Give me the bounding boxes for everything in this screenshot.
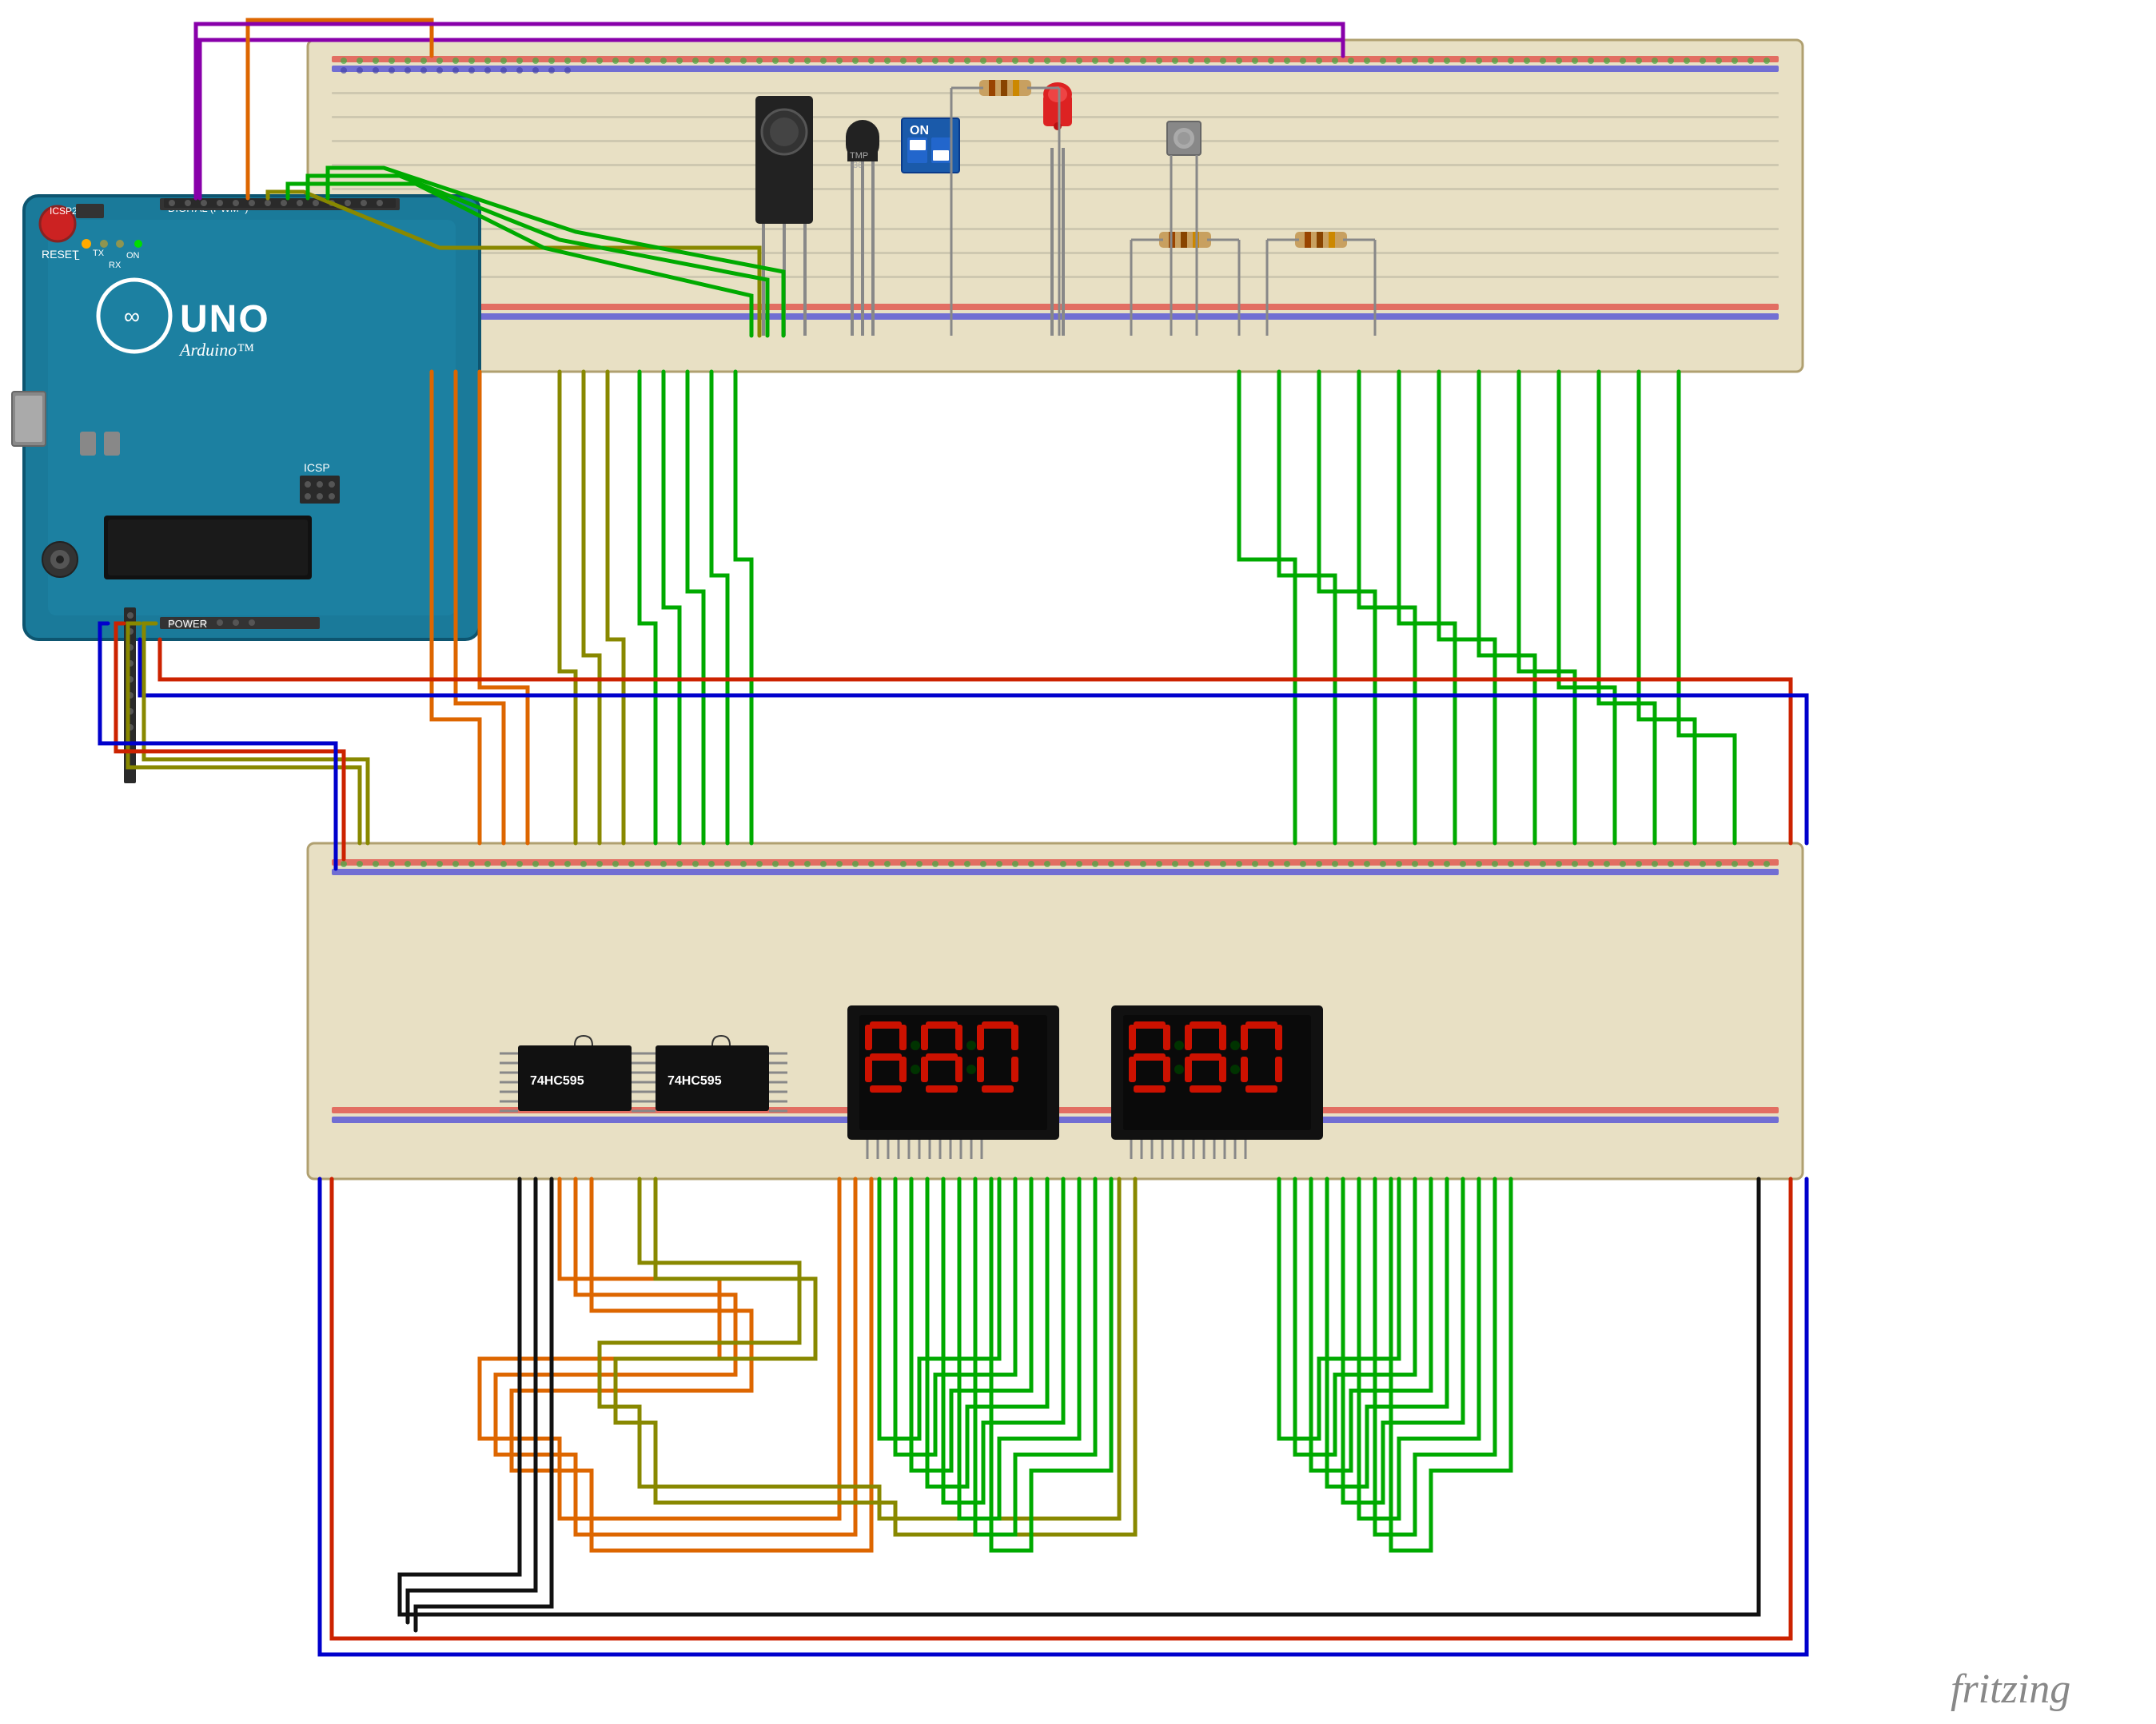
svg-text:ICSP: ICSP xyxy=(304,461,330,474)
breadboard-top xyxy=(308,40,1803,372)
svg-text:Arduino™: Arduino™ xyxy=(178,340,254,360)
potentiometer xyxy=(755,96,813,336)
svg-text:RX: RX xyxy=(109,261,122,270)
svg-text:36: 36 xyxy=(853,161,863,170)
push-button xyxy=(1167,121,1201,336)
svg-text:74HC595: 74HC595 xyxy=(530,1074,584,1088)
on-label: ON xyxy=(910,124,929,137)
dip-switch: ON xyxy=(902,118,959,173)
fritzing-watermark: fritzing xyxy=(1951,1666,2070,1712)
svg-text:∞: ∞ xyxy=(124,304,140,328)
breadboard-bottom xyxy=(308,843,1803,1179)
seg-display-1 xyxy=(847,1005,1059,1159)
svg-text:L: L xyxy=(74,251,80,262)
svg-text:TMP: TMP xyxy=(850,151,868,161)
resistor-1 xyxy=(951,80,1059,336)
seg-display-2 xyxy=(1111,1005,1323,1159)
svg-text:ICSP2: ICSP2 xyxy=(50,205,78,217)
svg-text:DIGITAL (PWM~): DIGITAL (PWM~) xyxy=(168,202,249,214)
arduino-board: RESET ICSP2 DIGITAL (PWM~) xyxy=(12,196,480,783)
ic-74hc595-1: 74HC595 xyxy=(500,1036,650,1111)
svg-text:UNO: UNO xyxy=(180,298,270,340)
temp-sensor: TMP 36 xyxy=(846,120,879,336)
svg-text:ON: ON xyxy=(126,251,140,261)
svg-text:RESET: RESET xyxy=(42,248,79,261)
resistor-3 xyxy=(1267,232,1375,336)
svg-text:POWER: POWER xyxy=(168,618,207,630)
led-red xyxy=(1043,82,1072,336)
resistor-2 xyxy=(1131,232,1239,336)
svg-text:ANALOG IN: ANALOG IN xyxy=(168,618,225,630)
svg-text:74HC595: 74HC595 xyxy=(668,1074,722,1088)
svg-text:TX: TX xyxy=(93,249,105,258)
ic-74hc595-2: 74HC595 xyxy=(637,1036,787,1111)
